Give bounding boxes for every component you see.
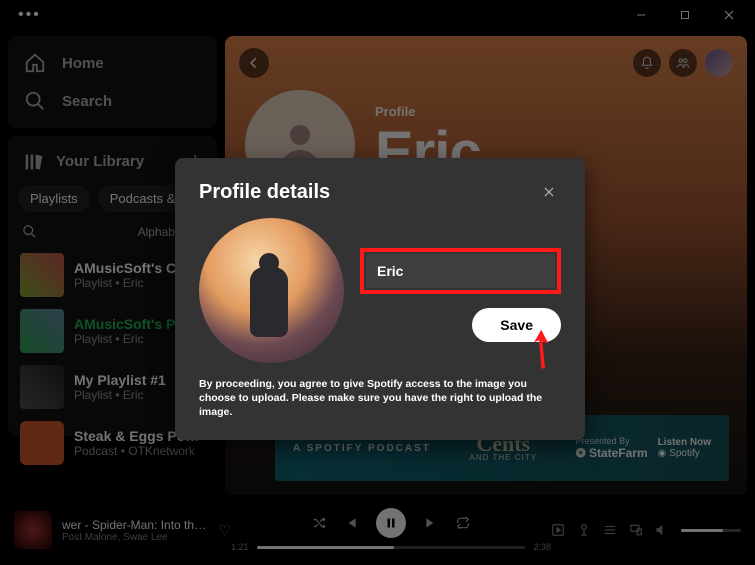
modal-disclaimer: By proceeding, you agree to give Spotify… xyxy=(199,377,561,420)
modal-avatar-picker[interactable] xyxy=(199,218,344,363)
close-icon xyxy=(542,185,556,199)
annotation-highlight xyxy=(360,248,561,294)
modal-title: Profile details xyxy=(199,181,330,204)
profile-details-modal: Profile details Save By proceeding, you … xyxy=(175,158,585,440)
profile-name-input[interactable] xyxy=(366,254,555,288)
modal-close-button[interactable] xyxy=(537,180,561,204)
